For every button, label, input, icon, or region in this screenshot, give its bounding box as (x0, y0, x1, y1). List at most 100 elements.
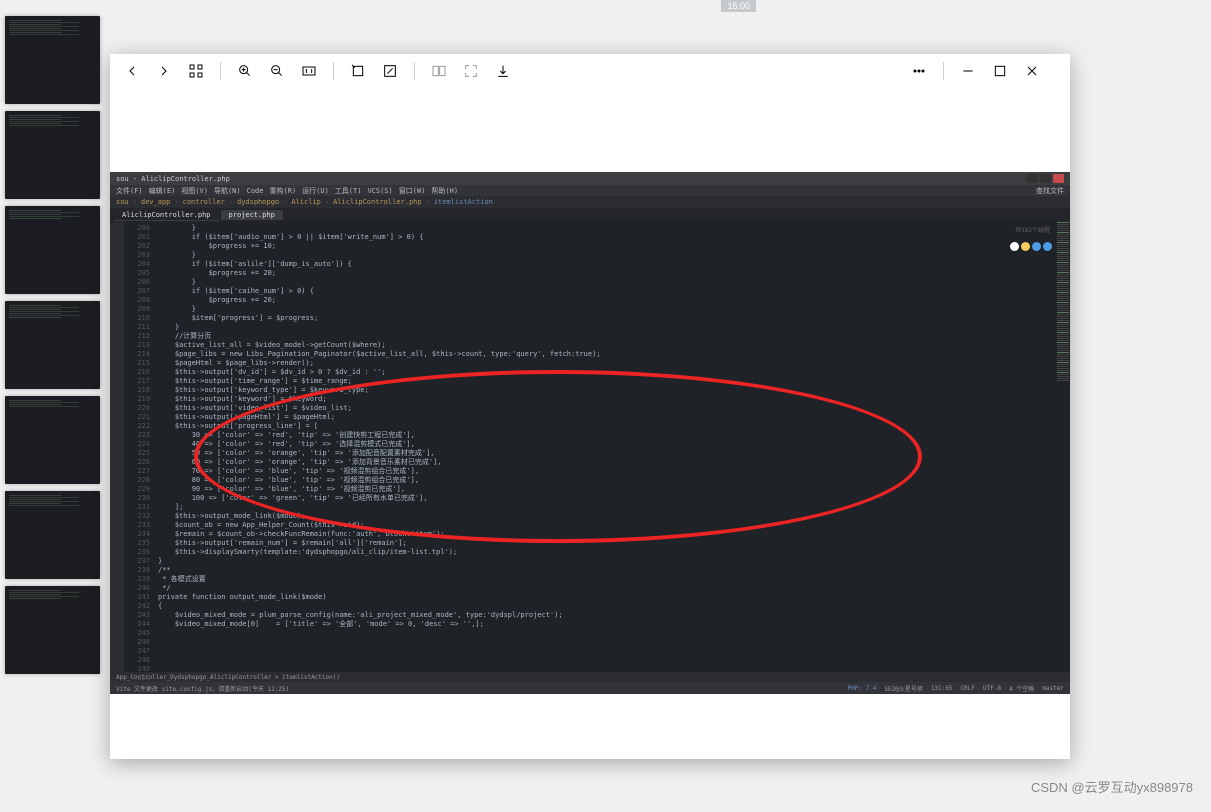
thumbnail-item[interactable] (5, 491, 100, 579)
status-encoding: SE2@火星号项 (884, 684, 922, 693)
code-line: private function output_mode_link($mode) (158, 593, 1056, 602)
ide-menubar: 文件(F) 编辑(E) 视图(V) 导航(N) Code 重构(R) 运行(U) 工具(T) V… (110, 185, 1070, 196)
menu-item[interactable]: 帮助(H) (431, 186, 458, 196)
line-number-gutter: 2002012022032042052062072082092102112122… (124, 222, 154, 672)
code-line: 80 => ['color' => 'blue', 'tip' => '视频混剪… (158, 476, 1056, 485)
minimize-icon[interactable] (960, 63, 976, 79)
zoom-out-icon[interactable] (269, 63, 285, 79)
ide-tab-bar: AliclipController.phpproject.php (110, 208, 1070, 222)
menu-item[interactable]: 重构(R) (269, 186, 296, 196)
ide-statusbar: Vite 文件更改 vite.config.js，请重新启动(今天 12:25)… (110, 682, 1070, 694)
viewer-toolbar (110, 54, 1070, 88)
ide-maximize-icon[interactable] (1040, 174, 1051, 183)
zoom-in-icon[interactable] (237, 63, 253, 79)
menu-item[interactable]: 文件(F) (116, 186, 143, 196)
menu-item[interactable]: 窗口(W) (399, 186, 426, 196)
status-left: Vite 文件更改 vite.config.js，请重新启动(今天 12:25) (116, 684, 289, 693)
crumb-item[interactable]: dev_app (141, 198, 171, 206)
ide-title-text: sou - AliclipController.php (116, 175, 230, 183)
menu-item[interactable]: 运行(U) (302, 186, 329, 196)
code-line: $remain = $count_ob->checkFuncRemain(fun… (158, 530, 1056, 539)
timestamp-badge: 15:00 (721, 0, 756, 12)
code-line: $page_libs = new Libs_Pagination_Paginat… (158, 350, 1056, 359)
code-line: } (158, 323, 1056, 332)
ide-breadcrumb-footer: App_Controller_Dydsphopgo_AliclipControl… (110, 672, 1070, 682)
ide-close-icon[interactable] (1053, 174, 1064, 183)
code-line: $this->output['keyword_type'] = $keyword… (158, 386, 1056, 395)
find-label[interactable]: 查找文件 (1036, 186, 1064, 196)
menu-item[interactable]: 工具(T) (335, 186, 362, 196)
code-line: $this->output['time_range'] = $time_rang… (158, 377, 1056, 386)
code-line: $this->output['remain_num'] = $remain['a… (158, 539, 1056, 548)
code-line: { (158, 602, 1056, 611)
status-branch: master (1042, 685, 1064, 692)
thumbnail-item[interactable] (5, 16, 100, 104)
crumb-item[interactable]: sou (116, 198, 129, 206)
code-line: } (158, 305, 1056, 314)
code-line: $active_list_all = $video_model->getCoun… (158, 341, 1056, 350)
editor-tab[interactable]: project.php (221, 210, 283, 220)
forward-icon[interactable] (156, 63, 172, 79)
minimap[interactable] (1056, 222, 1070, 672)
ide-window: sou - AliclipController.php 文件(F) 编辑(E) 视图… (110, 172, 1070, 694)
image-viewer-window: sou - AliclipController.php 文件(F) 编辑(E) 视图… (110, 54, 1070, 759)
split-icon[interactable] (431, 63, 447, 79)
watermark: CSDN @云罗互动yx898978 (1031, 777, 1193, 796)
back-icon[interactable] (124, 63, 140, 79)
code-line: 50 => ['color' => 'orange', 'tip' => '添加… (158, 449, 1056, 458)
grid-icon[interactable] (188, 63, 204, 79)
edit-icon[interactable] (382, 63, 398, 79)
crumb-item[interactable]: AliclipController.php (333, 198, 422, 206)
menu-item[interactable]: 编辑(E) (149, 186, 176, 196)
code-line: 100 => ['color' => 'green', 'tip' => '已经… (158, 494, 1056, 503)
editor-tab[interactable]: AliclipController.php (114, 210, 219, 221)
code-line: $this->output['progress_line'] = [ (158, 422, 1056, 431)
code-line: ]; (158, 503, 1056, 512)
code-line: 30 => ['color' => 'red', 'tip' => '创建快剪工… (158, 431, 1056, 440)
code-line: $this->output['pageHtml'] = $pageHtml; (158, 413, 1056, 422)
menu-item[interactable]: 导航(N) (214, 186, 241, 196)
code-line: if ($item['caihe_num'] > 0) { (158, 287, 1056, 296)
download-icon[interactable] (495, 63, 511, 79)
crumb-item[interactable]: dydsphopgo (237, 198, 279, 206)
thumbnail-item[interactable] (5, 301, 100, 389)
fullscreen-icon[interactable] (463, 63, 479, 79)
crumb-item[interactable]: Aliclip (291, 198, 321, 206)
thumbnail-item[interactable] (5, 111, 100, 199)
thumbnail-strip (5, 16, 105, 681)
code-line: */ (158, 584, 1056, 593)
code-line: /** (158, 566, 1056, 575)
close-icon[interactable] (1024, 63, 1040, 79)
crumb-item[interactable]: itemlistAction (434, 198, 493, 206)
code-line: } (158, 557, 1056, 566)
code-line: $pageHtml = $page_libs->render(); (158, 359, 1056, 368)
status-charset: UTF-8 (983, 685, 1001, 692)
more-icon[interactable] (911, 63, 927, 79)
code-line: 70 => ['color' => 'blue', 'tip' => '视频混剪… (158, 467, 1056, 476)
ide-minimize-icon[interactable] (1027, 174, 1038, 183)
crumb-item[interactable]: controller (183, 198, 225, 206)
code-line: * 各模式设置 (158, 575, 1056, 584)
code-editor[interactable]: 共382个线程 } if ($item['audio_num'] > 0 || … (154, 222, 1056, 672)
code-line: } (158, 251, 1056, 260)
ide-sidebar-ruler (110, 222, 124, 672)
code-line: 90 => ['color' => 'blue', 'tip' => '视频混剪… (158, 485, 1056, 494)
thumbnail-item[interactable] (5, 396, 100, 484)
code-line: if ($item['audio_num'] > 0 || $item['wri… (158, 233, 1056, 242)
code-line: $this->output['video_list'] = $video_lis… (158, 404, 1056, 413)
menu-item[interactable]: VCS(S) (367, 187, 392, 195)
code-line: 40 => ['color' => 'red', 'tip' => '选择混剪模… (158, 440, 1056, 449)
status-php: PHP: 7.4 (848, 685, 877, 692)
maximize-icon[interactable] (992, 63, 1008, 79)
code-line: } (158, 224, 1056, 233)
menu-item[interactable]: 视图(V) (181, 186, 208, 196)
thumbnail-item[interactable] (5, 206, 100, 294)
one-to-one-icon[interactable] (301, 63, 317, 79)
thumbnail-item[interactable] (5, 586, 100, 674)
code-line: $video_mixed_mode = plum_parse_config(na… (158, 611, 1056, 620)
rotate-icon[interactable] (350, 63, 366, 79)
menu-item[interactable]: Code (247, 187, 264, 195)
ide-breadcrumbs: sou›dev_app›controller›dydsphopgo›Alicli… (110, 196, 1070, 208)
code-line: } (158, 278, 1056, 287)
status-spaces: 4 个空格 (1009, 684, 1034, 693)
